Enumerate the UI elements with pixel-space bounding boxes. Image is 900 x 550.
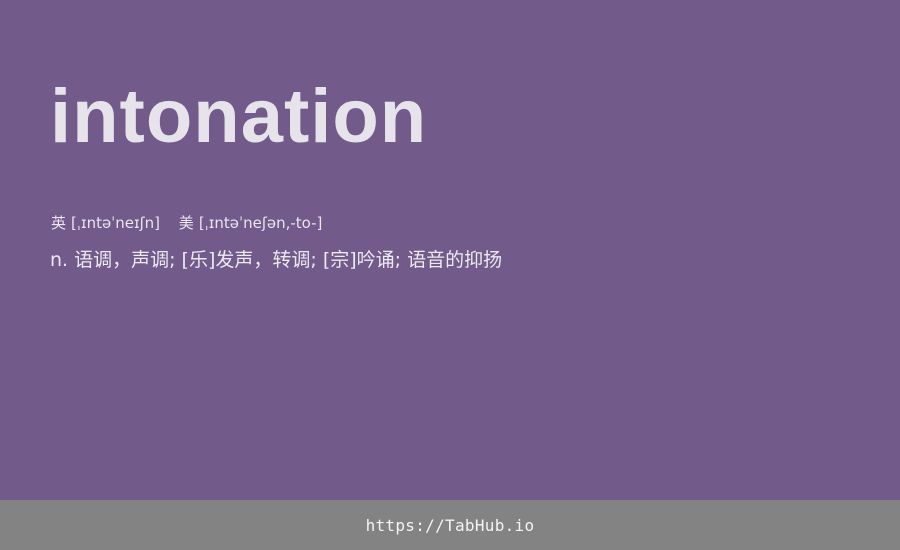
- us-ipa: [ˌɪntəˈneʃən,-to-]: [198, 214, 323, 232]
- phonetics-row: 英 [ˌɪntəˈneɪʃn] 美 [ˌɪntəˈneʃən,-to-]: [51, 212, 322, 234]
- us-pronunciation: 美 [ˌɪntəˈneʃən,-to-]: [179, 212, 323, 234]
- uk-pronunciation: 英 [ˌɪntəˈneɪʃn]: [51, 212, 160, 234]
- tabhub-link[interactable]: https://TabHub.io: [366, 516, 535, 535]
- footer-bar: https://TabHub.io: [0, 500, 900, 550]
- uk-label: 英: [51, 214, 67, 232]
- uk-ipa: [ˌɪntəˈneɪʃn]: [71, 214, 161, 232]
- word-card: intonation 英 [ˌɪntəˈneɪʃn] 美 [ˌɪntəˈneʃən,…: [0, 0, 900, 500]
- definition-text: n. 语调，声调; [乐]发声，转调; [宗]吟诵; 语音的抑扬: [50, 249, 503, 271]
- us-label: 美: [178, 214, 194, 232]
- headword: intonation: [50, 74, 428, 159]
